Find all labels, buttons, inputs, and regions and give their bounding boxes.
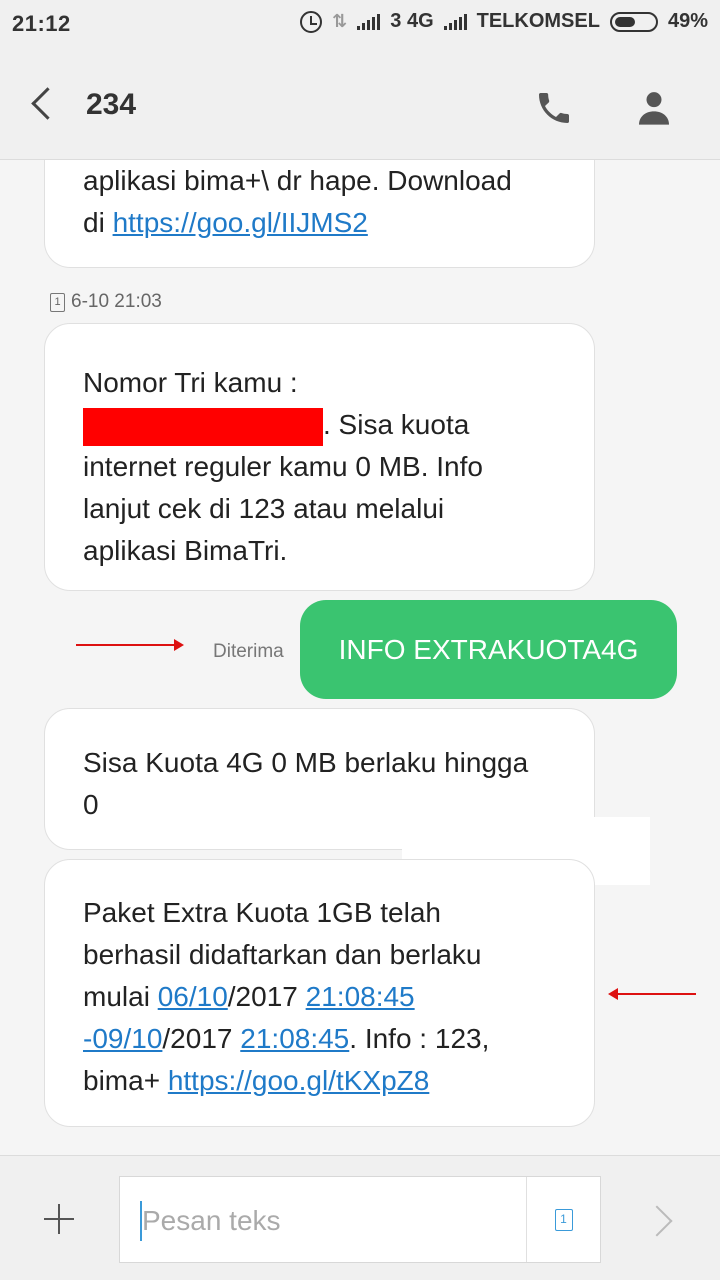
annotation-arrow-right xyxy=(76,639,184,651)
call-button[interactable] xyxy=(534,88,574,128)
carrier-name: TELKOMSEL xyxy=(476,10,600,32)
signal-icon-2 xyxy=(443,13,467,30)
message-link[interactable]: https://goo.gl/IIJMS2 xyxy=(113,207,368,238)
message-text: aplikasi BimaTri. xyxy=(83,535,288,566)
message-text: Nomor Tri kamu : xyxy=(83,367,298,398)
message-bubble-incoming[interactable]: Paket Extra Kuota 1GB telah berhasil did… xyxy=(44,859,595,1127)
sim-card-icon: 1 xyxy=(50,292,65,312)
message-text: . Sisa kuota xyxy=(83,404,556,446)
contact-title: 234 xyxy=(86,88,137,121)
annotation-arrow-left xyxy=(608,988,696,1000)
date-link[interactable]: -09/10 xyxy=(83,1023,162,1054)
battery-percent: 49% xyxy=(667,10,708,32)
message-text: Sisa Kuota 4G 0 MB berlaku hingga xyxy=(83,747,529,778)
sim-card-icon: 1 xyxy=(554,1208,573,1231)
message-text: /2017 xyxy=(227,981,306,1012)
message-timestamp: 1 6-10 21:03 xyxy=(50,291,162,313)
battery-icon xyxy=(609,11,658,32)
signal-icon xyxy=(357,13,381,30)
message-text: aplikasi bima+\ dr hape. Download xyxy=(83,165,512,196)
attach-button[interactable] xyxy=(44,1204,74,1234)
message-text: Paket Extra Kuota 1GB telah xyxy=(83,897,441,928)
status-icons: ⇅ 3 4G TELKOMSEL 49% xyxy=(300,10,708,33)
date-link[interactable]: 06/10 xyxy=(158,981,228,1012)
back-button[interactable] xyxy=(28,86,58,122)
message-text: di https://goo.gl/IIJMS2 xyxy=(83,202,556,244)
redacted-number xyxy=(83,407,323,446)
message-text: lanjut cek di 123 atau melalui xyxy=(83,493,445,524)
message-text: mulai 06/10/2017 21:08:45 xyxy=(83,976,556,1018)
timestamp-text: 6-10 21:03 xyxy=(71,291,162,312)
message-text: mulai xyxy=(83,981,158,1012)
message-link[interactable]: https://goo.gl/tKXpZ8 xyxy=(168,1065,430,1096)
message-text: /2017 xyxy=(162,1023,241,1054)
message-text: bima+ xyxy=(83,1065,168,1096)
contact-info-button[interactable] xyxy=(634,88,674,128)
message-text: . Sisa kuota xyxy=(323,409,470,440)
status-bar: 21:12 ⇅ 3 4G TELKOMSEL 49% xyxy=(0,0,720,50)
message-text: internet reguler kamu 0 MB. Info xyxy=(83,451,483,482)
send-button[interactable] xyxy=(650,1202,674,1238)
time-link[interactable]: 21:08:45 xyxy=(306,981,415,1012)
time-link[interactable]: 21:08:45 xyxy=(240,1023,349,1054)
message-text: bima+ https://goo.gl/tKXpZ8 xyxy=(83,1060,556,1102)
alarm-icon xyxy=(300,10,323,33)
network-type: 3 4G xyxy=(390,10,434,32)
message-input-box: 1 xyxy=(119,1176,601,1263)
sim-select-button[interactable]: 1 xyxy=(526,1177,600,1262)
message-input[interactable] xyxy=(140,1201,526,1241)
message-text: . Info : 123, xyxy=(349,1023,490,1054)
conversation-header: 234 xyxy=(0,50,720,160)
message-composer: 1 xyxy=(0,1155,720,1280)
status-time: 21:12 xyxy=(12,11,71,36)
phone-icon xyxy=(539,93,569,123)
message-text: INFO EXTRAKUOTA4G xyxy=(338,633,639,665)
message-text: berhasil didaftarkan dan berlaku xyxy=(83,939,482,970)
message-bubble-incoming[interactable]: Nomor Tri kamu : . Sisa kuota internet r… xyxy=(44,323,595,591)
message-text: -09/10/2017 21:08:45. Info : 123, xyxy=(83,1018,556,1060)
data-transfer-icon: ⇅ xyxy=(332,11,348,31)
person-icon xyxy=(639,92,669,125)
message-bubble-outgoing[interactable]: INFO EXTRAKUOTA4G xyxy=(300,600,677,699)
delivery-status: Diterima xyxy=(213,641,284,662)
message-text: di xyxy=(83,207,113,238)
